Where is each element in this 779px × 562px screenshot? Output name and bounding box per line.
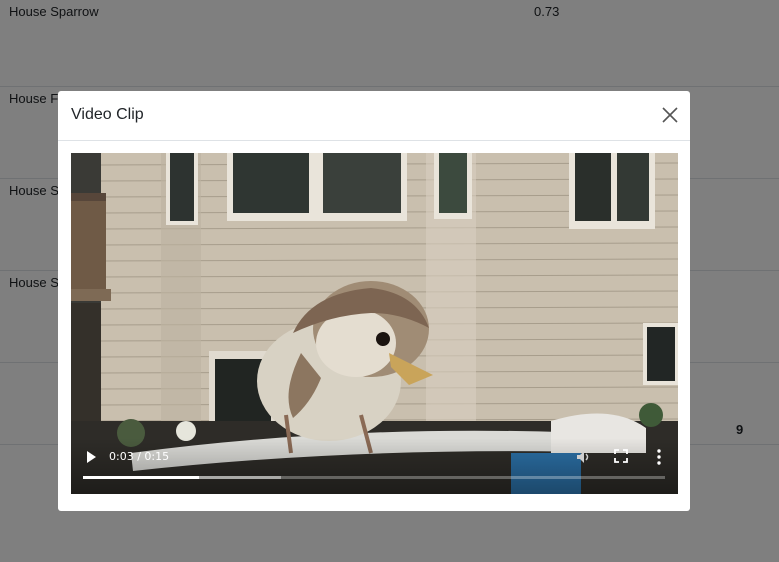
play-icon — [87, 451, 96, 463]
video-modal: Video Clip 0:03 / 0:15 — [58, 91, 690, 511]
modal-title: Video Clip — [71, 106, 144, 123]
more-options-button[interactable] — [654, 448, 664, 466]
video-controls: 0:03 / 0:15 — [71, 438, 678, 494]
video-player[interactable]: 0:03 / 0:15 — [71, 153, 678, 494]
modal-header: Video Clip — [58, 91, 690, 141]
played-bar — [83, 476, 200, 479]
time-display: 0:03 / 0:15 — [109, 450, 170, 463]
volume-icon — [577, 451, 589, 463]
close-button[interactable] — [658, 103, 682, 127]
play-button[interactable] — [83, 449, 99, 465]
seek-bar[interactable] — [83, 476, 665, 479]
fullscreen-icon — [614, 449, 628, 463]
close-icon — [662, 107, 678, 123]
mute-button[interactable] — [575, 448, 593, 466]
fullscreen-button[interactable] — [614, 449, 628, 463]
more-vert-icon — [657, 449, 661, 465]
